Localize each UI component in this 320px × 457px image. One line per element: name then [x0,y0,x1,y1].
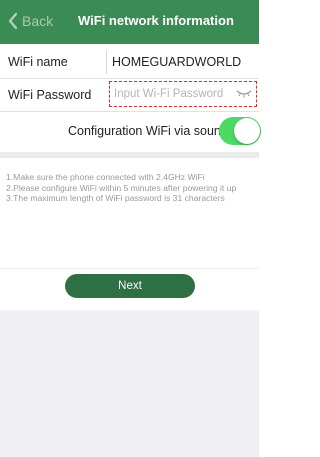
wifi-password-label: WiFi Password [8,88,92,102]
wifi-password-field-highlight [109,81,257,107]
instructions: 1.Make sure the phone connected with 2.4… [6,172,256,204]
divider [0,268,259,269]
back-button[interactable]: Back [8,12,53,30]
instruction-line: 3.The maximum length of WiFi password is… [6,193,225,203]
sound-config-toggle[interactable] [219,117,261,145]
wifi-password-input[interactable] [114,86,232,102]
section-separator [0,152,259,158]
chevron-left-icon [8,12,18,30]
wifi-name-field[interactable]: HOMEGUARDWORLD [112,55,241,69]
divider [0,111,259,112]
eye-closed-icon[interactable] [236,87,252,99]
bottom-area [0,310,259,457]
wifi-name-row: WiFi name HOMEGUARDWORLD [0,46,259,78]
instruction-line: 2.Please configure WiFi within 5 minutes… [6,182,237,193]
nav-header: Back WiFi network information [0,0,259,44]
page-title: WiFi network information [78,13,234,28]
divider [106,50,107,74]
sound-config-label: Configuration WiFi via sound [68,124,228,138]
next-button[interactable]: Next [65,274,195,298]
instruction-line: 1.Make sure the phone connected with 2.4… [6,172,205,182]
wifi-name-label: WiFi name [8,55,68,69]
toggle-knob [234,118,260,144]
back-label: Back [22,13,54,29]
